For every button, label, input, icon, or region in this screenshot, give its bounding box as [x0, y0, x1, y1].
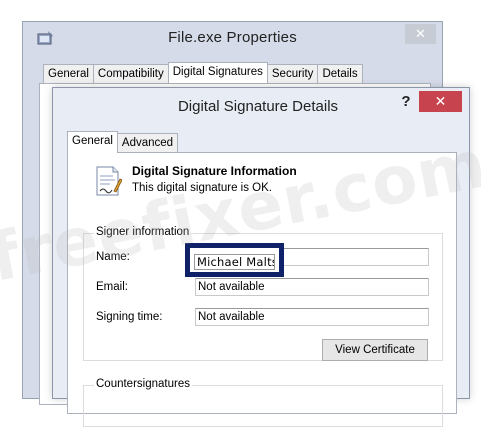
- digital-signature-details-dialog: Digital Signature Details ? ✕ General Ad…: [52, 87, 470, 427]
- signature-status: This digital signature is OK.: [132, 182, 272, 194]
- view-certificate-button[interactable]: View Certificate: [322, 339, 428, 361]
- properties-tabs: General Compatibility Digital Signatures…: [43, 62, 363, 84]
- countersignatures-legend: Countersignatures: [94, 378, 192, 390]
- close-icon[interactable]: ✕: [405, 24, 436, 44]
- tab-general[interactable]: General: [67, 131, 118, 153]
- name-label: Name:: [96, 251, 130, 263]
- name-highlight: Michael Maltsev: [185, 243, 284, 277]
- tab-advanced[interactable]: Advanced: [116, 133, 179, 153]
- signer-legend: Signer information: [94, 226, 192, 238]
- email-label: Email:: [96, 281, 128, 293]
- email-field[interactable]: Not available: [195, 278, 429, 296]
- help-icon[interactable]: ?: [399, 93, 413, 110]
- tab-security[interactable]: Security: [266, 64, 319, 83]
- certificate-icon: [96, 166, 122, 196]
- general-panel: Digital Signature Information This digit…: [67, 152, 457, 427]
- close-icon[interactable]: ✕: [419, 91, 462, 112]
- tab-digital-signatures[interactable]: Digital Signatures: [167, 62, 268, 83]
- signing-time-field[interactable]: Not available: [195, 308, 429, 326]
- title-bar: File.exe Properties ✕: [23, 22, 442, 54]
- dialog-tabs: General Advanced: [67, 131, 179, 153]
- tab-general[interactable]: General: [43, 64, 94, 83]
- window-title: File.exe Properties: [168, 29, 297, 46]
- name-value[interactable]: Michael Maltsev: [194, 254, 275, 270]
- tab-compatibility[interactable]: Compatibility: [92, 64, 169, 83]
- countersignatures-group: Countersignatures: [83, 378, 443, 427]
- signing-time-label: Signing time:: [96, 311, 163, 323]
- tab-details[interactable]: Details: [317, 64, 363, 83]
- signature-info-heading: Digital Signature Information: [132, 164, 297, 178]
